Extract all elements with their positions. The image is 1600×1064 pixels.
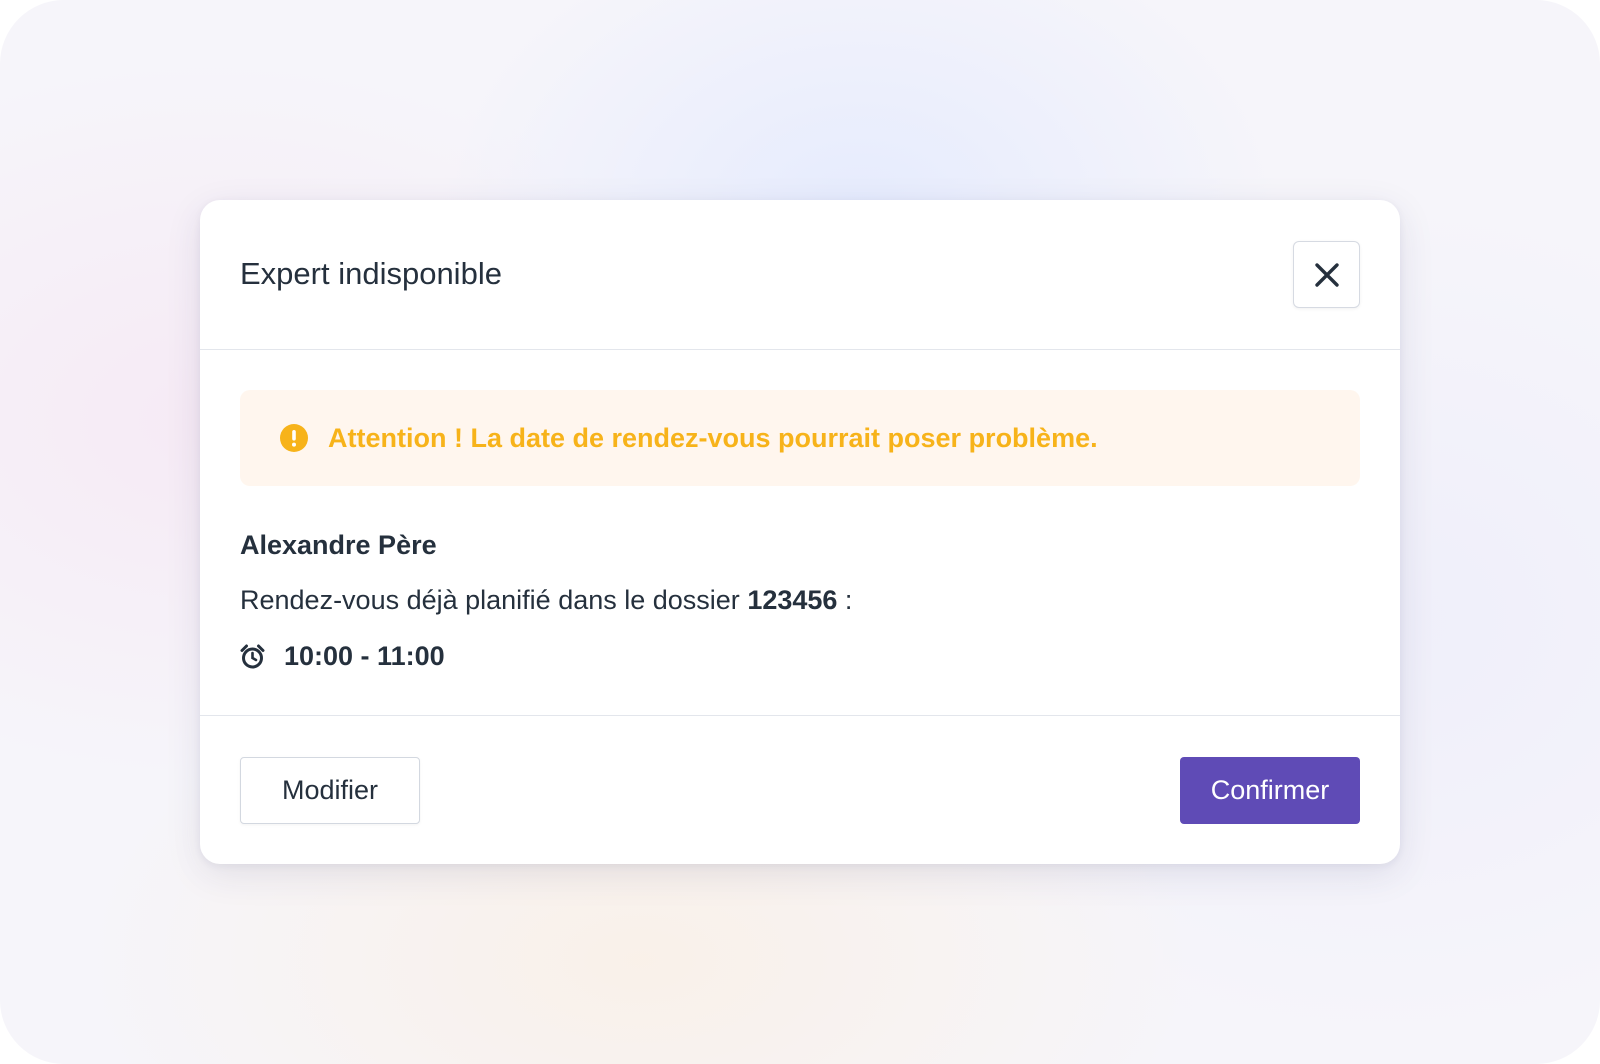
close-icon <box>1314 262 1339 287</box>
dossier-number: 123456 <box>747 585 838 615</box>
appointment-description: Rendez-vous déjà planifié dans le dossie… <box>240 582 852 618</box>
confirm-button[interactable]: Confirmer <box>1180 757 1360 824</box>
time-range: 10:00 - 11:00 <box>284 641 445 671</box>
close-button[interactable] <box>1293 241 1360 308</box>
expert-name: Alexandre Père <box>240 530 437 560</box>
appointment-time: 10:00 - 11:00 <box>240 638 445 674</box>
backdrop: Expert indisponible Attention ! La date … <box>0 0 1600 1064</box>
warning-alert: Attention ! La date de rendez-vous pourr… <box>240 390 1360 486</box>
modify-button[interactable]: Modifier <box>240 757 420 824</box>
appointment-suffix: : <box>837 585 853 615</box>
appointment-prefix: Rendez-vous déjà planifié dans le dossie… <box>240 585 748 615</box>
dialog-body: Attention ! La date de rendez-vous pourr… <box>200 350 1400 716</box>
alarm-clock-icon <box>240 644 265 668</box>
exclamation-circle-icon <box>280 424 308 452</box>
dialog-title: Expert indisponible <box>240 256 502 291</box>
dialog-footer: Modifier Confirmer <box>200 716 1400 864</box>
dialog-header: Expert indisponible <box>200 200 1400 350</box>
unavailable-expert-dialog: Expert indisponible Attention ! La date … <box>200 200 1400 864</box>
warning-text: Attention ! La date de rendez-vous pourr… <box>328 423 1098 453</box>
